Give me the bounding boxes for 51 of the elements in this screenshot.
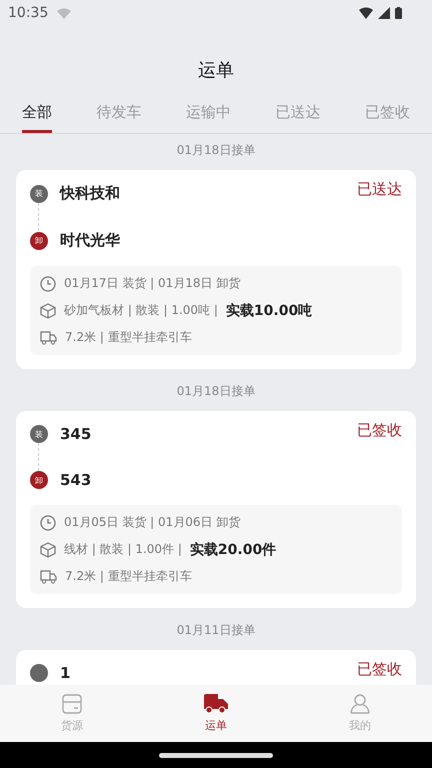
order-date: 01月11日接单 (176, 622, 256, 639)
status-time: 10:35 (8, 5, 48, 21)
nav-item[interactable]: 运单 (171, 685, 261, 742)
cargo-text: 砂加气板材 | 散装 | 1.00吨 | (64, 302, 218, 319)
nav-item[interactable]: 我的 (315, 685, 405, 742)
signal-icon (378, 7, 390, 19)
actual-load: 实载20.00件 (190, 540, 276, 558)
home-indicator[interactable] (159, 752, 273, 758)
actual-load: 实载10.00吨 (226, 302, 312, 320)
vehicle-text: 7.2米 | 重型半挂牵引车 (65, 329, 192, 346)
unload-badge: 卸 (30, 471, 48, 489)
origin-name: 快科技和 (60, 184, 120, 203)
order-card[interactable]: 1 已签收 (16, 650, 416, 685)
clock-icon (40, 514, 56, 530)
box-icon (40, 302, 56, 318)
schedule-text: 01月05日 装货 | 01月06日 卸货 (64, 514, 240, 531)
page-title: 运单 (197, 59, 235, 82)
tab[interactable]: 运输中 (186, 103, 231, 133)
nav-item[interactable]: 货源 (27, 685, 117, 742)
load-badge: 装 (30, 425, 48, 443)
order-card[interactable]: 装 快科技和 已送达 卸 时代光华 01月17日 装货 | 01月18日 卸货 砂加气板材 | 散装 | 1.00吨 | 实载10.00吨 7.2米 | 重型半挂牵引车 (16, 170, 416, 369)
order-status: 已签收 (357, 660, 402, 679)
wifi-icon (359, 7, 373, 19)
tab[interactable]: 已送达 (276, 103, 320, 133)
person-icon (350, 694, 370, 714)
schedule-text: 01月17日 装货 | 01月18日 卸货 (64, 275, 240, 292)
order-card[interactable]: 装 345 已签收 卸 543 01月05日 装货 | 01月06日 卸货 线材 | 散装 | 1.00件 | 实载20.00件 7.2米 | 重型半挂牵引车 (16, 411, 416, 608)
box-icon (40, 542, 56, 558)
wifi-icon (57, 8, 72, 18)
battery-icon (395, 7, 402, 19)
destination-name: 时代光华 (60, 231, 120, 250)
load-badge: 装 (30, 184, 48, 202)
tab[interactable]: 待发车 (96, 103, 142, 133)
truck-icon (40, 569, 57, 584)
order-status: 已送达 (357, 180, 402, 199)
truck-icon (204, 694, 228, 714)
truck-icon (40, 330, 57, 345)
vehicle-text: 7.2米 | 重型半挂牵引车 (65, 568, 192, 585)
load-badge (30, 664, 48, 682)
tab[interactable]: 全部 (22, 103, 52, 133)
box-icon (62, 694, 82, 714)
cargo-text: 线材 | 散装 | 1.00件 | (64, 541, 182, 558)
order-date: 01月18日接单 (176, 142, 256, 159)
origin-name: 345 (60, 425, 92, 443)
unload-badge: 卸 (30, 232, 48, 250)
destination-name: 543 (60, 471, 92, 489)
clock-icon (40, 276, 56, 292)
tab[interactable]: 已签收 (365, 103, 410, 133)
origin-name: 1 (60, 664, 70, 682)
order-status: 已签收 (357, 421, 402, 440)
order-date: 01月18日接单 (176, 383, 256, 400)
